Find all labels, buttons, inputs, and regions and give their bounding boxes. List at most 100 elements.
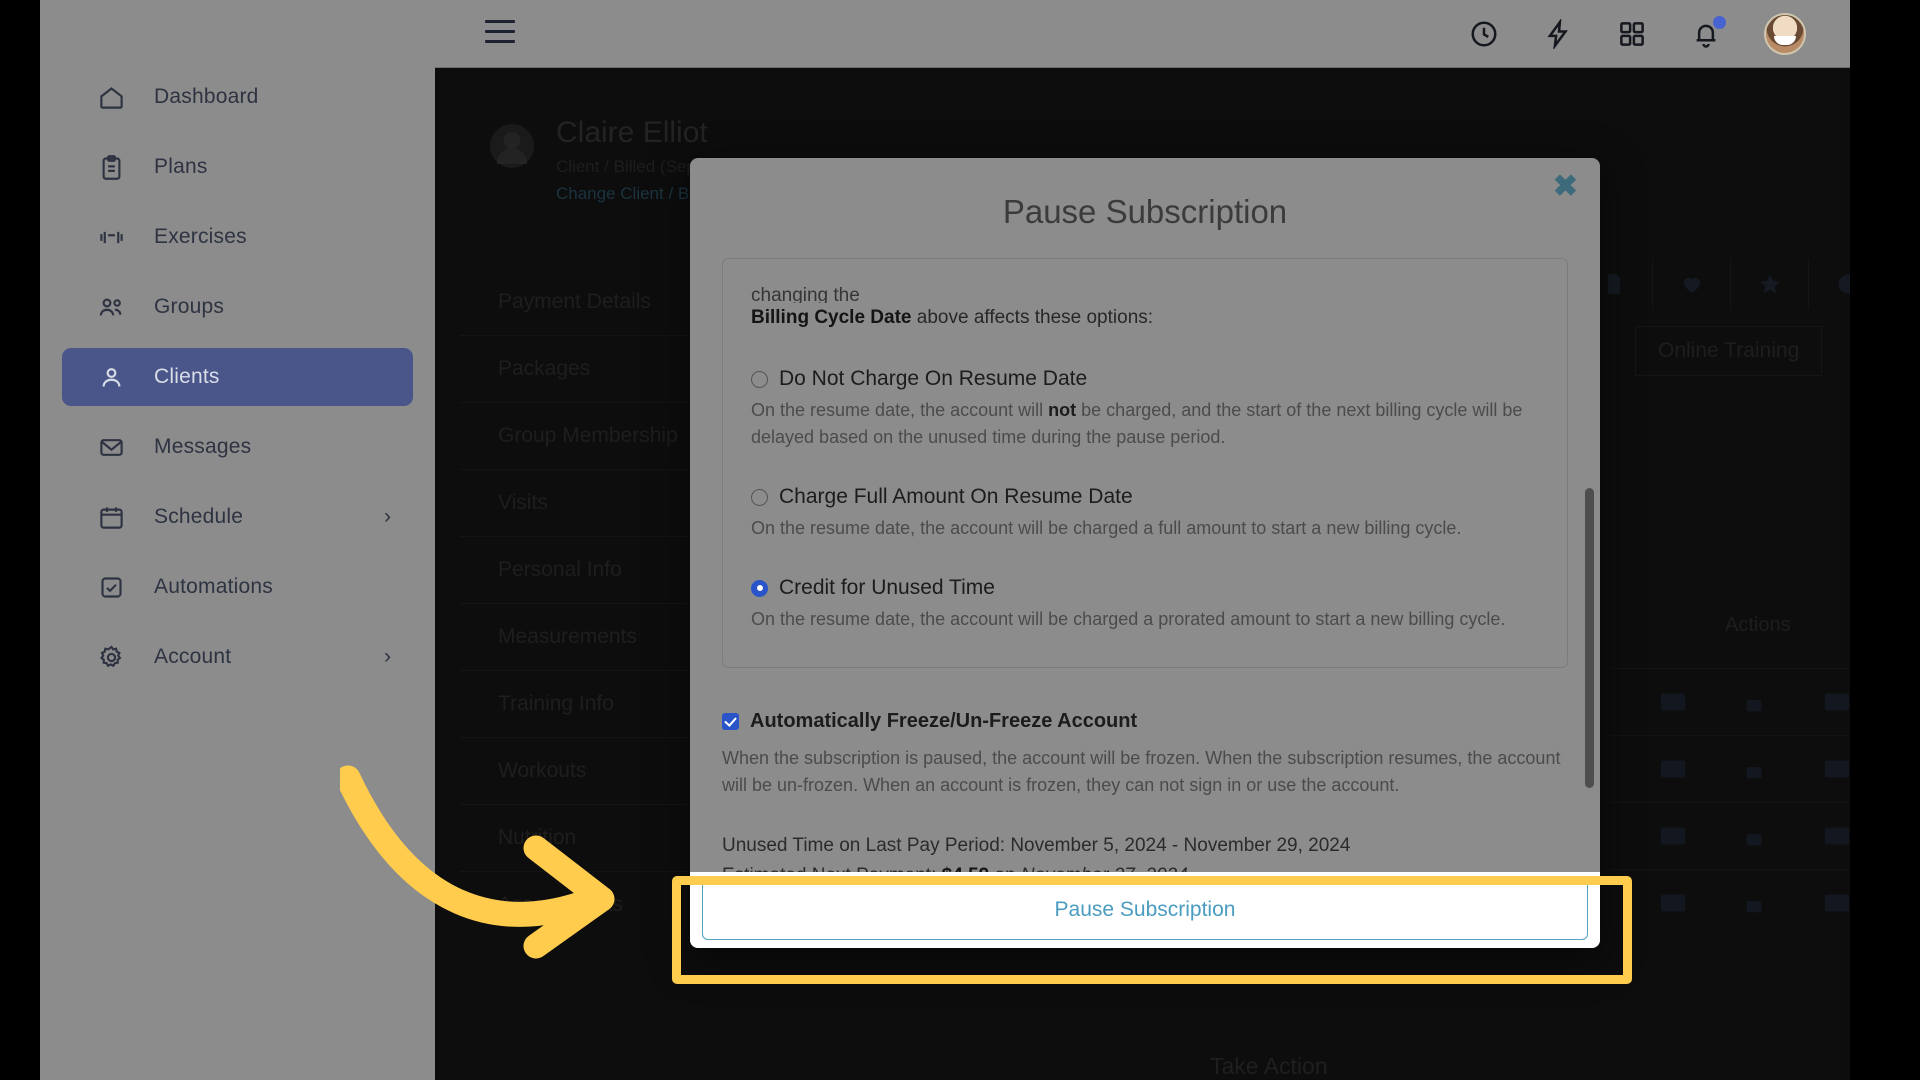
sidebar-item-label: Schedule xyxy=(154,505,244,528)
checkbox-icon xyxy=(94,570,128,604)
option-header[interactable]: Charge Full Amount On Resume Date xyxy=(751,485,1539,509)
sidebar-item-label: Groups xyxy=(154,295,225,318)
letterbox-left xyxy=(0,0,40,1080)
option-description: On the resume date, the account will not… xyxy=(751,397,1539,451)
top-bar-icons xyxy=(1468,0,1806,68)
star-icon[interactable] xyxy=(1731,258,1809,310)
unused-time-label: Unused Time on Last Pay Period: xyxy=(722,835,1011,856)
modal-title: Pause Subscription xyxy=(1002,193,1288,230)
option-description: On the resume date, the account will be … xyxy=(751,518,1462,538)
modal-scrollbar[interactable] xyxy=(1585,488,1594,788)
card-icon xyxy=(1824,827,1850,845)
auto-freeze-description: When the subscription is paused, the acc… xyxy=(722,748,1561,795)
bell-icon[interactable] xyxy=(1690,16,1726,50)
option-label: Credit for Unused Time xyxy=(779,576,995,599)
billing-options-fieldset: changing the Billing Cycle Date above af… xyxy=(722,258,1568,668)
sidebar-nav: Dashboard Plans Exercises Groups Clients xyxy=(40,68,435,698)
sidebar-item-messages[interactable]: Messages xyxy=(62,418,413,476)
auto-freeze-section: Automatically Freeze/Un-Freeze Account W… xyxy=(722,710,1568,799)
option-header[interactable]: Credit for Unused Time xyxy=(751,576,1539,600)
table-row[interactable] xyxy=(1610,869,1850,936)
client-avatar-icon xyxy=(490,124,534,168)
card-icon xyxy=(1660,760,1686,778)
option-label: Charge Full Amount On Resume Date xyxy=(779,485,1133,508)
option-description: On the resume date, the account will be … xyxy=(751,609,1506,629)
desc-bold: not xyxy=(1048,400,1077,420)
option-credit-unused-time[interactable]: Credit for Unused Time On the resume dat… xyxy=(751,576,1539,633)
unlock-icon xyxy=(1746,767,1762,779)
sidebar-item-automations[interactable]: Automations xyxy=(62,558,413,616)
user-icon xyxy=(94,360,128,394)
table-row[interactable] xyxy=(1610,802,1850,869)
home-icon xyxy=(94,80,128,114)
option-charge-full-amount[interactable]: Charge Full Amount On Resume Date On the… xyxy=(751,485,1539,542)
table-row[interactable] xyxy=(1610,735,1850,802)
table-row[interactable] xyxy=(1610,668,1850,735)
unlock-icon xyxy=(1746,834,1762,846)
option-do-not-charge[interactable]: Do Not Charge On Resume Date On the resu… xyxy=(751,367,1539,451)
sidebar-item-label: Plans xyxy=(154,155,208,178)
sidebar-item-label: Account xyxy=(154,645,232,668)
gear-icon xyxy=(94,640,128,674)
sidebar-item-dashboard[interactable]: Dashboard xyxy=(62,68,413,126)
unlock-icon xyxy=(1746,901,1762,913)
online-training-chip[interactable]: Online Training xyxy=(1635,326,1823,376)
notification-dot xyxy=(1713,16,1726,29)
card-icon xyxy=(1660,827,1686,845)
radio-charge-full-amount[interactable] xyxy=(751,488,768,506)
close-icon[interactable]: ✖ xyxy=(1553,172,1578,202)
sidebar-item-schedule[interactable]: Schedule › xyxy=(62,488,413,546)
card-icon xyxy=(1824,693,1850,711)
highlight-box xyxy=(672,876,1632,984)
card-icon xyxy=(1824,760,1850,778)
hamburger-icon[interactable] xyxy=(485,20,515,46)
heart-pulse-icon[interactable] xyxy=(1653,258,1731,310)
letterbox-right xyxy=(1850,0,1920,1080)
unlock-icon xyxy=(1746,700,1762,712)
plus-circle-icon[interactable] xyxy=(1809,258,1850,310)
dumbbell-icon xyxy=(94,220,128,254)
calendar-icon xyxy=(94,500,128,534)
option-label: Do Not Charge On Resume Date xyxy=(779,367,1088,390)
intro-clipped-line: changing the xyxy=(751,285,860,303)
take-action-label: Take Action xyxy=(1210,1053,1328,1079)
avatar[interactable] xyxy=(1764,13,1806,55)
unused-time-line: Unused Time on Last Pay Period: November… xyxy=(722,831,1568,861)
auto-freeze-header[interactable]: Automatically Freeze/Un-Freeze Account xyxy=(722,710,1568,733)
unused-time-value: November 5, 2024 - November 29, 2024 xyxy=(1010,835,1351,856)
actions-column-header: Actions xyxy=(1725,614,1791,636)
clipboard-icon xyxy=(94,150,128,184)
sidebar-item-label: Messages xyxy=(154,435,252,458)
chevron-right-icon: › xyxy=(384,505,391,528)
top-bar xyxy=(435,0,1850,68)
radio-do-not-charge[interactable] xyxy=(751,370,768,388)
intro-text: Billing Cycle Date above affects these o… xyxy=(751,303,1539,333)
pause-subscription-modal: Pause Subscription ✖ changing the Billin… xyxy=(690,158,1600,948)
sidebar-item-clients[interactable]: Clients xyxy=(62,348,413,406)
sidebar-item-exercises[interactable]: Exercises xyxy=(62,208,413,266)
grid-icon[interactable] xyxy=(1616,18,1648,50)
auto-freeze-checkbox[interactable] xyxy=(722,713,739,730)
sidebar-item-account[interactable]: Account › xyxy=(62,628,413,686)
desc-part1: On the resume date, the account will xyxy=(751,400,1049,420)
page-title: Claire Elliot xyxy=(556,116,708,149)
radio-credit-unused-time[interactable] xyxy=(751,579,768,597)
sidebar-item-label: Clients xyxy=(154,365,220,388)
envelope-icon xyxy=(94,430,128,464)
client-action-tabs xyxy=(1575,258,1850,310)
card-icon xyxy=(1824,894,1850,912)
clock-icon[interactable] xyxy=(1468,18,1500,50)
modal-body: changing the Billing Cycle Date above af… xyxy=(690,250,1600,948)
sidebar-item-groups[interactable]: Groups xyxy=(62,278,413,336)
group-icon xyxy=(94,290,128,324)
sidebar-item-label: Exercises xyxy=(154,225,247,248)
sidebar-item-label: Dashboard xyxy=(154,85,259,108)
chevron-right-icon: › xyxy=(384,645,391,668)
auto-freeze-label: Automatically Freeze/Un-Freeze Account xyxy=(750,710,1138,732)
actions-rows xyxy=(1610,668,1850,936)
option-header[interactable]: Do Not Charge On Resume Date xyxy=(751,367,1539,391)
lightning-icon[interactable] xyxy=(1542,18,1574,50)
curved-arrow-annotation xyxy=(340,765,615,959)
sidebar-item-plans[interactable]: Plans xyxy=(62,138,413,196)
intro-rest: above affects these options: xyxy=(911,307,1154,328)
